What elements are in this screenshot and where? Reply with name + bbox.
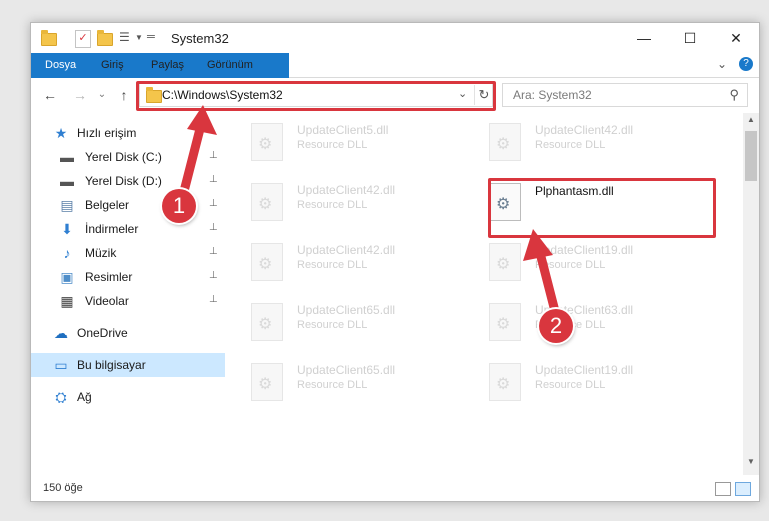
explorer-window: ✓ ☰ ▼ ═ System32 — ☐ ✕ Dosya Giriş Payla… <box>30 22 760 502</box>
step-badge-2: 2 <box>539 309 573 343</box>
step-badge-1: 1 <box>162 189 196 223</box>
arrow-1-head <box>187 105 217 135</box>
arrow-2-head <box>523 229 553 261</box>
annotation-arrows <box>176 105 562 324</box>
